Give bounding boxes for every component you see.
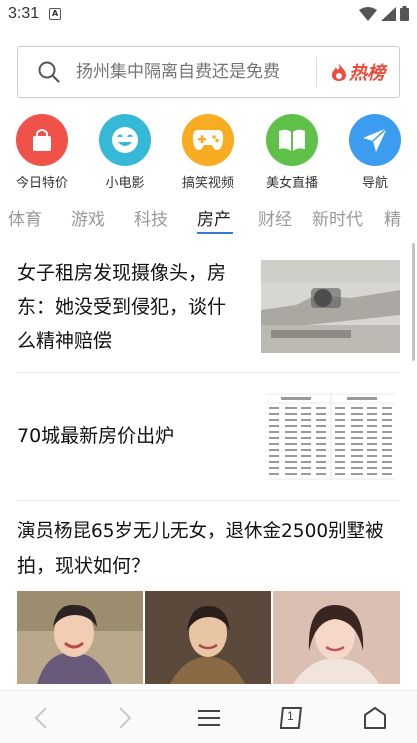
- tab-featured[interactable]: 精: [384, 205, 401, 230]
- paper-plane-icon: [349, 114, 401, 166]
- quick-link-label: 美女直播: [265, 176, 318, 191]
- news-title-line: 女子租房发现摄像头，房: [17, 262, 227, 284]
- quick-link-label: 今日特价: [15, 176, 68, 191]
- hot-list-label: 热榜: [349, 63, 385, 84]
- home-icon: [364, 707, 386, 729]
- signal-icon: [381, 6, 396, 21]
- open-book-icon: [266, 114, 318, 166]
- news-thumbnail: [261, 260, 400, 353]
- news-title-line: 东：她没受到侵犯，谈什: [17, 296, 227, 318]
- shopping-bag-icon: [16, 114, 68, 166]
- wifi-icon: [359, 6, 377, 21]
- quick-link-live-stream[interactable]: 美女直播: [252, 114, 332, 191]
- category-tabs: 体育 游戏 科技 房产 财经 新时代 精: [0, 200, 417, 236]
- tabs-count: 1: [287, 709, 294, 723]
- tab-finance[interactable]: 财经: [258, 205, 292, 230]
- divider: [17, 372, 400, 373]
- tab-sports[interactable]: 体育: [8, 205, 42, 230]
- smiley-face-icon: [99, 114, 151, 166]
- battery-icon: [400, 6, 409, 21]
- tabs-button[interactable]: 1: [274, 703, 310, 733]
- status-bar: 3:31 A: [0, 0, 417, 28]
- news-thumbnail: [261, 389, 400, 484]
- news-title-line: 么精神赔偿: [17, 330, 113, 352]
- back-arrow-icon: [34, 707, 47, 729]
- forward-button[interactable]: [107, 703, 143, 733]
- quick-link-label: 搞笑视频: [181, 176, 234, 191]
- news-image-group: [17, 591, 400, 684]
- bottom-navigation: 1: [0, 690, 417, 743]
- quick-link-today-deals[interactable]: 今日特价: [2, 114, 82, 191]
- status-time: 3:31: [8, 5, 40, 22]
- quick-link-label: 小电影: [105, 176, 145, 191]
- news-title: 70城最新房价出炉: [17, 425, 175, 447]
- tab-new-era[interactable]: 新时代: [312, 205, 363, 230]
- tab-real-estate[interactable]: 房产: [197, 205, 231, 230]
- news-thumbnail: [273, 591, 400, 684]
- gamepad-icon: [182, 114, 234, 166]
- news-thumbnail: [145, 591, 271, 684]
- hot-list-button[interactable]: 热榜: [317, 59, 399, 85]
- tab-games[interactable]: 游戏: [71, 205, 105, 230]
- search-icon: [26, 61, 72, 83]
- menu-button[interactable]: [191, 703, 227, 733]
- home-button[interactable]: [357, 703, 393, 733]
- quick-link-short-movies[interactable]: 小电影: [85, 114, 165, 191]
- divider: [17, 500, 400, 501]
- forward-arrow-icon: [119, 707, 132, 729]
- status-indicators: [359, 6, 409, 21]
- search-bar[interactable]: 热榜: [17, 46, 400, 98]
- news-title-line: 拍，现状如何？: [17, 555, 151, 577]
- news-title-line: 演员杨昆65岁无儿无女，退休金2500别墅被: [17, 521, 384, 542]
- flame-icon: [332, 63, 346, 81]
- tab-tech[interactable]: 科技: [134, 205, 168, 230]
- news-thumbnail: [17, 591, 143, 684]
- back-button[interactable]: [23, 703, 59, 733]
- menu-icon: [198, 710, 220, 726]
- active-tab-indicator: [197, 232, 233, 234]
- quick-links: 今日特价 小电影 搞笑视频 美女直播 导航: [0, 114, 417, 194]
- quick-link-label: 导航: [361, 176, 388, 191]
- quick-link-funny-videos[interactable]: 搞笑视频: [168, 114, 248, 191]
- scrollbar[interactable]: [412, 243, 415, 361]
- quick-link-navigation[interactable]: 导航: [335, 114, 415, 191]
- search-input[interactable]: [72, 62, 316, 82]
- notification-icon: A: [49, 8, 62, 20]
